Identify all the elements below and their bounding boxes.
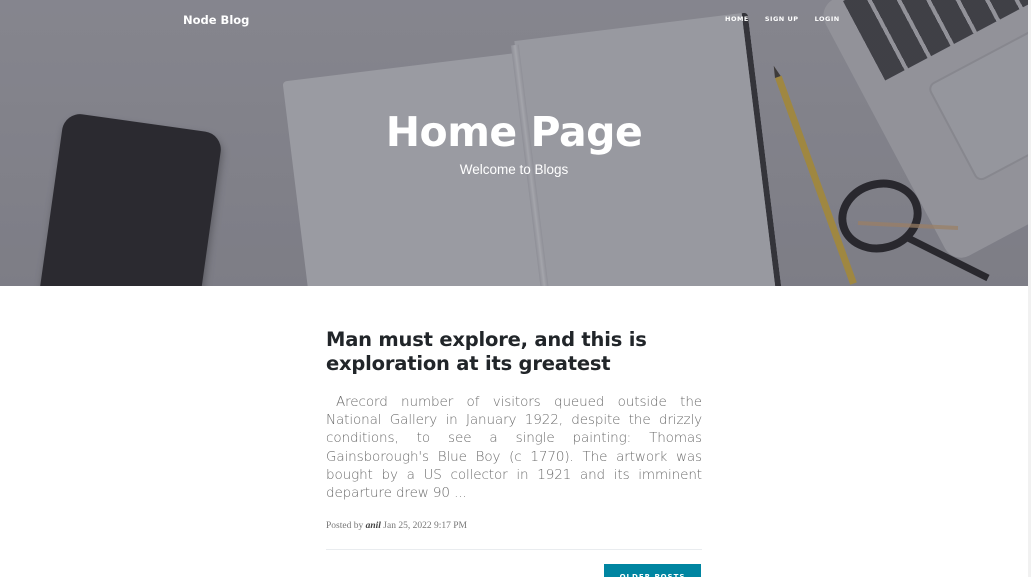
brand-link[interactable]: Node Blog: [183, 13, 249, 27]
post-date: Jan 25, 2022 9:17 PM: [383, 521, 467, 532]
post-author[interactable]: anil: [366, 521, 381, 531]
post-meta-prefix: Posted by: [326, 521, 364, 532]
main-nav: HOME SIGN UP LOGIN: [725, 15, 856, 23]
nav-link-signup[interactable]: SIGN UP: [765, 15, 799, 23]
page-subtitle: Welcome to Blogs: [459, 162, 569, 177]
hero-header: Node Blog HOME SIGN UP LOGIN Home Page W…: [0, 0, 1028, 286]
page-title: Home Page: [385, 108, 643, 156]
post-meta: Posted by anil Jan 25, 2022 9:17 PM: [326, 521, 702, 531]
nav-link-login[interactable]: LOGIN: [815, 15, 840, 23]
post-divider: [326, 549, 702, 550]
post-title-link[interactable]: Man must explore, and this is exploratio…: [326, 328, 702, 376]
nav-link-home[interactable]: HOME: [725, 15, 749, 23]
post-preview: Man must explore, and this is exploratio…: [326, 328, 702, 531]
post-excerpt: Arecord number of visitors queued outsid…: [326, 394, 702, 502]
older-posts-button[interactable]: OLDER POSTS: [604, 564, 701, 577]
